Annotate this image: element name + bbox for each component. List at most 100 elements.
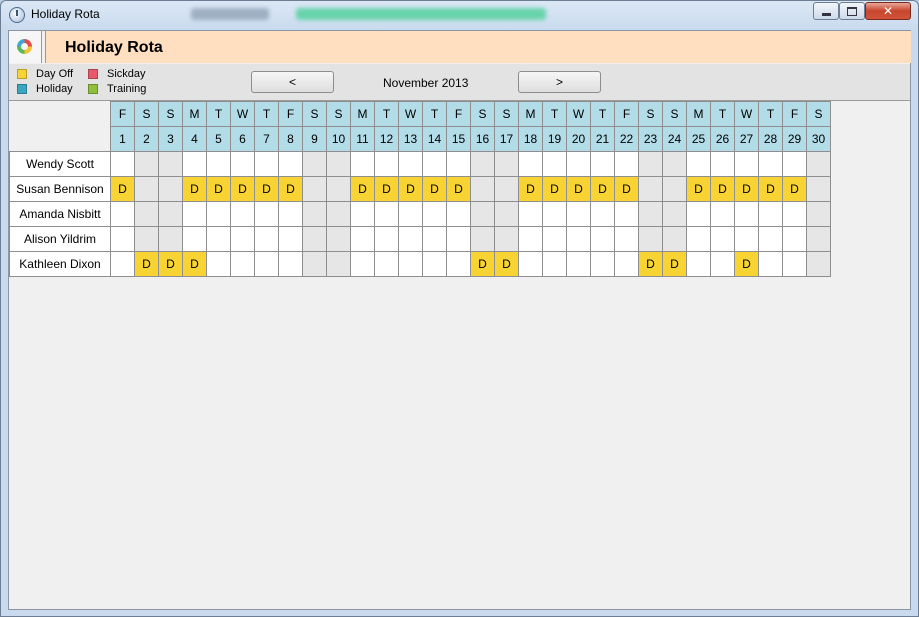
day-cell[interactable] bbox=[470, 201, 495, 227]
day-cell[interactable] bbox=[470, 226, 495, 252]
day-cell[interactable] bbox=[590, 201, 615, 227]
day-cell[interactable] bbox=[158, 176, 183, 202]
day-cell[interactable] bbox=[566, 226, 591, 252]
day-off-cell[interactable]: D bbox=[542, 176, 567, 202]
day-cell[interactable] bbox=[806, 151, 831, 177]
day-cell[interactable] bbox=[710, 251, 735, 277]
day-cell[interactable] bbox=[614, 226, 639, 252]
day-cell[interactable] bbox=[254, 151, 279, 177]
day-off-cell[interactable]: D bbox=[230, 176, 255, 202]
day-cell[interactable] bbox=[374, 151, 399, 177]
day-cell[interactable] bbox=[614, 201, 639, 227]
day-off-cell[interactable]: D bbox=[446, 176, 471, 202]
day-cell[interactable] bbox=[254, 201, 279, 227]
day-cell[interactable] bbox=[782, 226, 807, 252]
day-cell[interactable] bbox=[422, 201, 447, 227]
day-off-cell[interactable]: D bbox=[134, 251, 159, 277]
day-cell[interactable] bbox=[566, 201, 591, 227]
day-cell[interactable] bbox=[374, 251, 399, 277]
day-cell[interactable] bbox=[494, 201, 519, 227]
day-cell[interactable] bbox=[230, 201, 255, 227]
day-cell[interactable] bbox=[518, 251, 543, 277]
day-cell[interactable] bbox=[350, 251, 375, 277]
day-cell[interactable] bbox=[614, 251, 639, 277]
day-off-cell[interactable]: D bbox=[782, 176, 807, 202]
day-off-cell[interactable]: D bbox=[398, 176, 423, 202]
day-off-cell[interactable]: D bbox=[758, 176, 783, 202]
day-cell[interactable] bbox=[758, 151, 783, 177]
day-cell[interactable] bbox=[182, 201, 207, 227]
day-cell[interactable] bbox=[806, 251, 831, 277]
day-cell[interactable] bbox=[230, 151, 255, 177]
day-cell[interactable] bbox=[326, 151, 351, 177]
day-cell[interactable] bbox=[758, 201, 783, 227]
day-off-cell[interactable]: D bbox=[614, 176, 639, 202]
day-off-cell[interactable]: D bbox=[590, 176, 615, 202]
day-off-cell[interactable]: D bbox=[182, 251, 207, 277]
day-off-cell[interactable]: D bbox=[710, 176, 735, 202]
day-cell[interactable] bbox=[110, 251, 135, 277]
day-cell[interactable] bbox=[422, 226, 447, 252]
day-cell[interactable] bbox=[782, 151, 807, 177]
day-cell[interactable] bbox=[278, 201, 303, 227]
day-cell[interactable] bbox=[662, 201, 687, 227]
day-off-cell[interactable]: D bbox=[734, 251, 759, 277]
day-cell[interactable] bbox=[542, 201, 567, 227]
day-cell[interactable] bbox=[806, 201, 831, 227]
day-cell[interactable] bbox=[254, 226, 279, 252]
day-cell[interactable] bbox=[206, 251, 231, 277]
previous-month-button[interactable]: < bbox=[251, 71, 334, 93]
day-off-cell[interactable]: D bbox=[278, 176, 303, 202]
day-off-cell[interactable]: D bbox=[638, 251, 663, 277]
day-cell[interactable] bbox=[326, 201, 351, 227]
day-cell[interactable] bbox=[134, 201, 159, 227]
day-cell[interactable] bbox=[662, 176, 687, 202]
day-cell[interactable] bbox=[686, 251, 711, 277]
day-cell[interactable] bbox=[278, 151, 303, 177]
next-month-button[interactable]: > bbox=[518, 71, 601, 93]
day-cell[interactable] bbox=[686, 201, 711, 227]
day-cell[interactable] bbox=[350, 151, 375, 177]
day-cell[interactable] bbox=[806, 176, 831, 202]
day-off-cell[interactable]: D bbox=[422, 176, 447, 202]
day-cell[interactable] bbox=[326, 226, 351, 252]
day-cell[interactable] bbox=[134, 176, 159, 202]
day-cell[interactable] bbox=[374, 201, 399, 227]
day-cell[interactable] bbox=[662, 151, 687, 177]
day-cell[interactable] bbox=[422, 151, 447, 177]
day-off-cell[interactable]: D bbox=[566, 176, 591, 202]
day-cell[interactable] bbox=[398, 251, 423, 277]
day-cell[interactable] bbox=[134, 226, 159, 252]
day-cell[interactable] bbox=[710, 201, 735, 227]
day-cell[interactable] bbox=[662, 226, 687, 252]
day-off-cell[interactable]: D bbox=[518, 176, 543, 202]
minimize-button[interactable] bbox=[813, 2, 839, 20]
day-cell[interactable] bbox=[158, 226, 183, 252]
day-cell[interactable] bbox=[494, 151, 519, 177]
day-off-cell[interactable]: D bbox=[206, 176, 231, 202]
day-cell[interactable] bbox=[230, 226, 255, 252]
day-cell[interactable] bbox=[566, 251, 591, 277]
day-cell[interactable] bbox=[134, 151, 159, 177]
day-cell[interactable] bbox=[686, 226, 711, 252]
day-cell[interactable] bbox=[590, 251, 615, 277]
day-off-cell[interactable]: D bbox=[662, 251, 687, 277]
day-cell[interactable] bbox=[350, 201, 375, 227]
day-cell[interactable] bbox=[518, 201, 543, 227]
day-off-cell[interactable]: D bbox=[734, 176, 759, 202]
day-cell[interactable] bbox=[182, 226, 207, 252]
close-button[interactable]: ✕ bbox=[865, 2, 911, 20]
day-cell[interactable] bbox=[206, 151, 231, 177]
day-cell[interactable] bbox=[446, 226, 471, 252]
day-off-cell[interactable]: D bbox=[494, 251, 519, 277]
day-cell[interactable] bbox=[374, 226, 399, 252]
day-cell[interactable] bbox=[278, 226, 303, 252]
day-cell[interactable] bbox=[158, 201, 183, 227]
day-cell[interactable] bbox=[710, 151, 735, 177]
day-cell[interactable] bbox=[734, 151, 759, 177]
day-cell[interactable] bbox=[686, 151, 711, 177]
day-cell[interactable] bbox=[302, 151, 327, 177]
day-cell[interactable] bbox=[638, 226, 663, 252]
day-cell[interactable] bbox=[494, 176, 519, 202]
day-cell[interactable] bbox=[590, 151, 615, 177]
